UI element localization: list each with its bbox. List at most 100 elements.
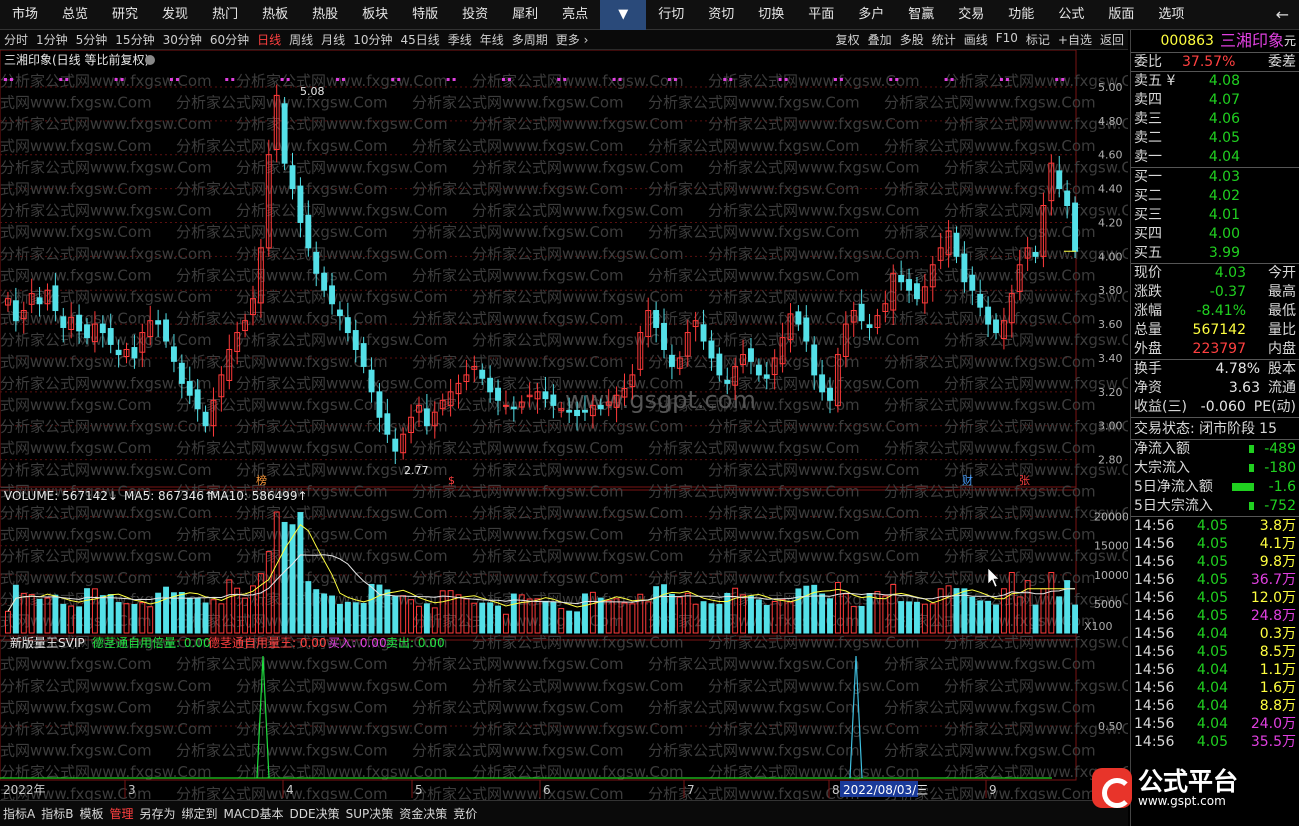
candle-body [914, 283, 920, 300]
indicator-tab[interactable]: 绑定到 [179, 805, 221, 822]
period-tab[interactable]: 15分钟 [111, 31, 158, 48]
top-menu-item[interactable]: 板块 [350, 0, 400, 30]
candle-body [495, 387, 501, 401]
period-tab[interactable]: 年线 [476, 31, 508, 48]
watermark-text: 分析家公式网www.fxgsw.Com [0, 72, 212, 90]
chart-tool-button[interactable]: +自选 [1054, 31, 1096, 48]
chart-tool-button[interactable]: 返回 [1096, 31, 1128, 48]
tick-volume: 4.1万 [1259, 536, 1296, 552]
watermark-text: 分析家公式网www.fxgsw.Com [0, 137, 152, 155]
indicator-tab[interactable]: 模板 [76, 805, 106, 822]
top-menu-item[interactable]: 热门 [200, 0, 250, 30]
stat-label: 换手 [1134, 361, 1162, 377]
indicator-tab[interactable]: MACD基本 [221, 805, 287, 822]
top-menu-item[interactable]: 选项 [1146, 0, 1196, 30]
top-menu-item[interactable]: 交易 [946, 0, 996, 30]
title-dropdown-icon[interactable] [145, 55, 155, 65]
top-menu-item[interactable]: 亮点 [550, 0, 600, 30]
period-tab[interactable]: 更多 › [552, 31, 593, 48]
top-menu-item[interactable]: 犀利 [500, 0, 550, 30]
period-tab[interactable]: 日线 [253, 31, 285, 48]
watermark-text: 分析家公式网www.fxgsw.Com [708, 677, 920, 695]
indicator-tab[interactable]: 指标A [0, 805, 38, 822]
indicator-tab[interactable]: 另存为 [136, 805, 178, 822]
stat-right-label: 股本 [1268, 361, 1296, 377]
chart-tool-button[interactable]: F10 [992, 31, 1022, 48]
volume-bar [668, 593, 675, 634]
watermark-text: 分析家公式网www.fxgsw.Com [708, 72, 920, 90]
back-arrow-icon[interactable]: ← [1266, 5, 1299, 24]
candle-body [811, 344, 818, 376]
chart-tool-button[interactable]: 叠加 [864, 31, 896, 48]
indicator-tab[interactable]: 资金决策 [396, 805, 450, 822]
signal-dot [65, 78, 69, 81]
period-tab[interactable]: 季线 [444, 31, 476, 48]
stat-right-label: 流通 [1268, 380, 1296, 396]
flow-label: 5日净流入额 [1134, 479, 1213, 495]
top-menu-item[interactable]: 投资 [450, 0, 500, 30]
top-menu-item[interactable]: 多户 [846, 0, 896, 30]
signal-dot [944, 78, 948, 81]
period-tab[interactable]: 1分钟 [32, 31, 72, 48]
period-tab[interactable]: 月线 [317, 31, 349, 48]
period-tab[interactable]: 45日线 [396, 31, 443, 48]
volume-bar [423, 603, 430, 634]
period-tab[interactable]: 5分钟 [72, 31, 112, 48]
buy-price: 3.99 [1208, 245, 1240, 261]
flow-label: 5日大宗流入 [1134, 498, 1213, 514]
period-tab[interactable]: 10分钟 [349, 31, 396, 48]
top-menu-item[interactable]: 切换 [746, 0, 796, 30]
top-menu-item[interactable]: 公式 [1046, 0, 1096, 30]
chart-tool-button[interactable]: 复权 [832, 31, 864, 48]
price-tick-label: 2.80 [1098, 454, 1123, 467]
indicator-tab[interactable]: 管理 [106, 805, 136, 822]
indicator-tab[interactable]: 指标B [38, 805, 76, 822]
period-tab[interactable]: 分时 [0, 31, 32, 48]
volume-bar [368, 583, 375, 634]
flow-row: 大宗流入 -180 [1131, 459, 1299, 478]
top-menu-item[interactable]: 智赢 [896, 0, 946, 30]
indicator-tab[interactable]: 竞价 [450, 805, 480, 822]
chart-area[interactable]: 分析家公式网www.fxgsw.Com 分析家公式网www.fxgsw.Com 分析… [0, 49, 1156, 803]
tick-volume: 8.5万 [1259, 644, 1296, 660]
candle-body [1072, 202, 1078, 252]
top-menu-item[interactable]: 研究 [100, 0, 150, 30]
kline-chart-svg[interactable]: 分析家公式网www.fxgsw.Com 分析家公式网www.fxgsw.Com 分析… [0, 49, 1156, 803]
volume-bar [858, 605, 865, 634]
top-menu-item[interactable]: 总览 [50, 0, 100, 30]
chart-tool-button[interactable]: 标记 [1022, 31, 1054, 48]
period-tab[interactable]: 60分钟 [206, 31, 253, 48]
top-menu-item[interactable]: 特版 [400, 0, 450, 30]
chart-tool-button[interactable]: 多股 [896, 31, 928, 48]
top-menu-item[interactable]: 功能 [996, 0, 1046, 30]
watermark-text: 分析家公式网www.fxgsw.Com [0, 158, 212, 176]
top-menu-item[interactable]: 热板 [250, 0, 300, 30]
stat-value: 3.63 [1228, 380, 1260, 396]
top-menu-item[interactable]: 市场 [0, 0, 50, 30]
top-menu-item[interactable]: 版面 [1096, 0, 1146, 30]
period-tab[interactable]: 周线 [285, 31, 317, 48]
period-tab[interactable]: 30分钟 [159, 31, 206, 48]
chart-tool-button[interactable]: 画线 [960, 31, 992, 48]
period-tab[interactable]: 多周期 [508, 31, 552, 48]
logo-name: 公式平台 [1138, 766, 1239, 796]
top-menu-item[interactable]: 热股 [300, 0, 350, 30]
indicator-tab[interactable]: DDE决策 [287, 805, 343, 822]
top-menu-item[interactable]: 资切 [696, 0, 746, 30]
volume-tick-label: 10000 [1094, 569, 1128, 582]
marker-zhang: 张 [1019, 474, 1030, 487]
high-marker: 5.08 [300, 85, 325, 98]
top-menu-item[interactable]: ▼ [600, 0, 647, 30]
indicator-tab[interactable]: SUP决策 [343, 805, 397, 822]
chart-tool-button[interactable]: 统计 [928, 31, 960, 48]
watermark-text: 分析家公式网www.fxgsw.Com [236, 374, 448, 392]
candle-body [597, 404, 604, 410]
watermark-text: 分析家公式网www.fxgsw.Com [236, 504, 448, 522]
top-menu-item[interactable]: 发现 [150, 0, 200, 30]
tick-time: 14:56 [1134, 590, 1175, 606]
candle-body [423, 408, 430, 427]
top-menu-item[interactable]: 平面 [796, 0, 846, 30]
month-label: 7 [687, 783, 695, 797]
top-menu-item[interactable]: 行切 [646, 0, 696, 30]
quote-row: 现价 4.03 今开 [1131, 264, 1299, 283]
